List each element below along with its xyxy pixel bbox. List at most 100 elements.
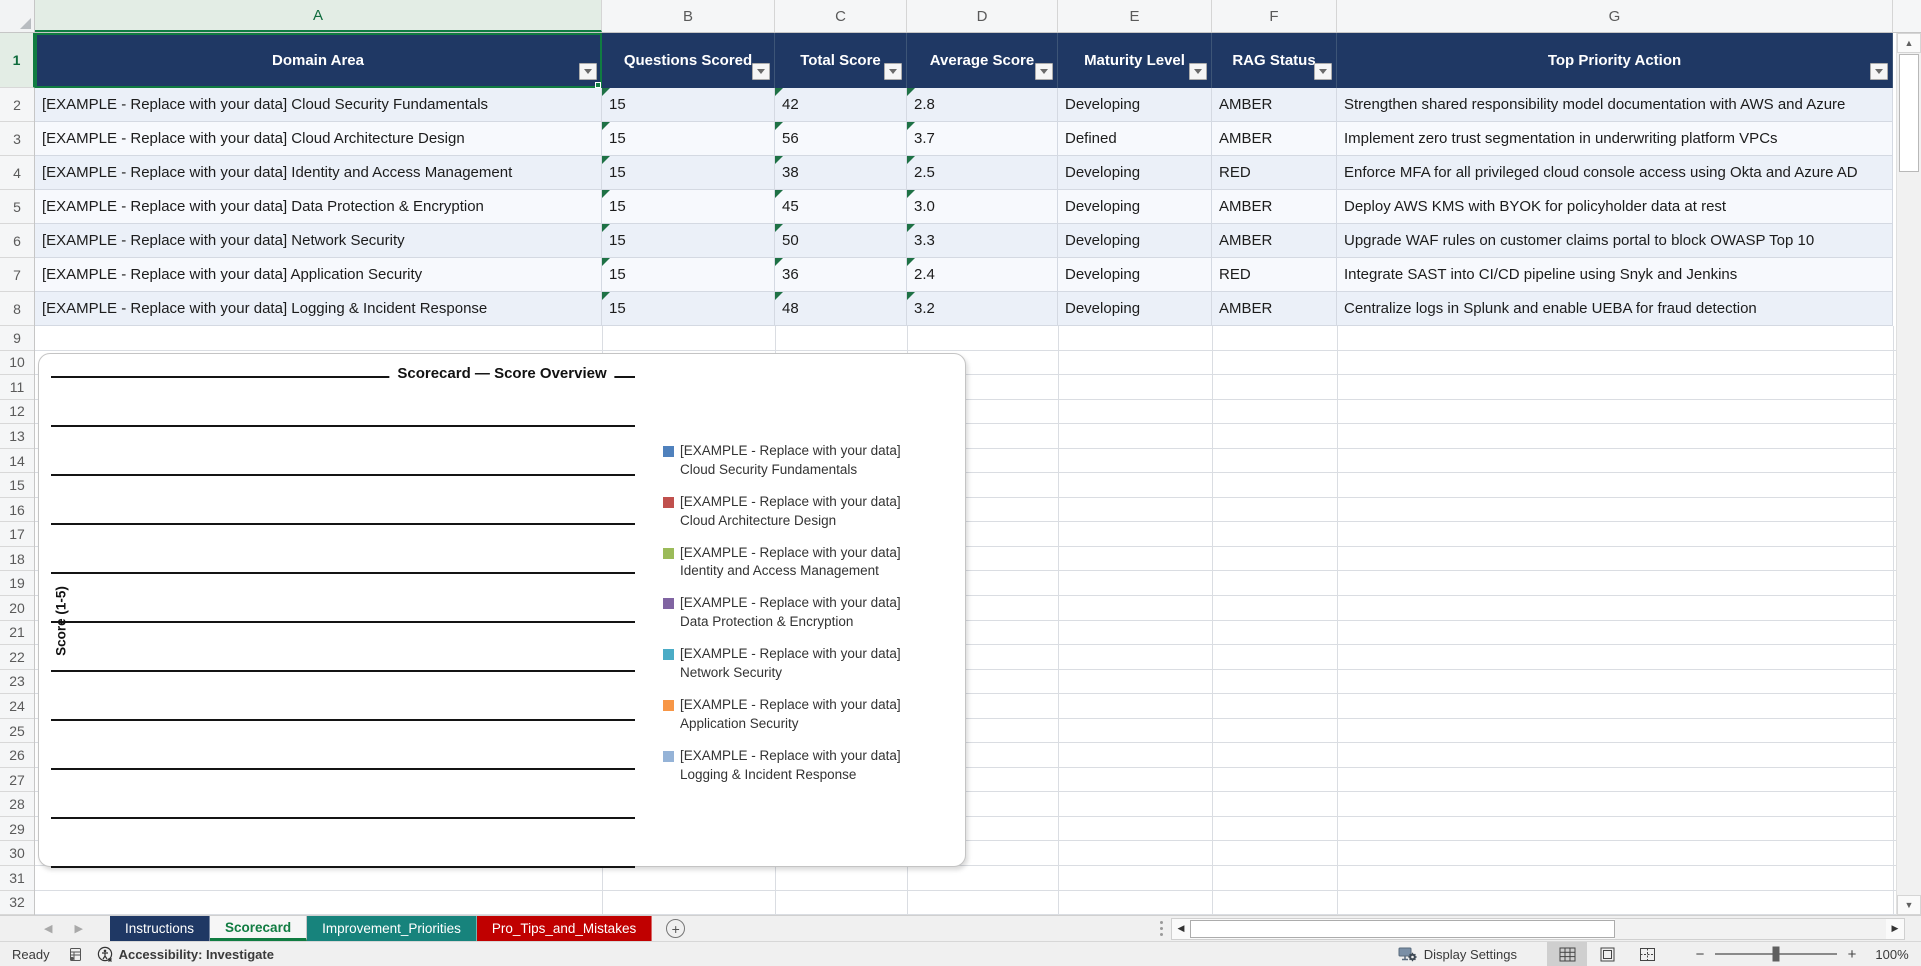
- sheet-tab[interactable]: Scorecard: [210, 916, 308, 941]
- row-number-3[interactable]: 3: [0, 122, 34, 156]
- cell-rag-status[interactable]: AMBER: [1212, 190, 1337, 224]
- zoom-out-button[interactable]: −: [1689, 946, 1711, 963]
- row-number-13[interactable]: 13: [0, 424, 34, 449]
- cell-total-score[interactable]: 48: [775, 292, 907, 326]
- legend-item[interactable]: [EXAMPLE - Replace with your data] Loggi…: [663, 747, 961, 785]
- row-number-8[interactable]: 8: [0, 292, 34, 326]
- row-number-16[interactable]: 16: [0, 498, 34, 523]
- cell-domain-area[interactable]: [EXAMPLE - Replace with your data] Appli…: [35, 258, 602, 292]
- view-normal-button[interactable]: [1547, 941, 1587, 966]
- filter-button[interactable]: [579, 63, 597, 80]
- row-number-11[interactable]: 11: [0, 375, 34, 400]
- row-number-6[interactable]: 6: [0, 224, 34, 258]
- column-header-d[interactable]: D: [907, 0, 1058, 32]
- filter-button[interactable]: [1035, 63, 1053, 80]
- zoom-in-button[interactable]: +: [1841, 946, 1863, 963]
- horizontal-scroll-track[interactable]: [1615, 918, 1886, 939]
- row-number-7[interactable]: 7: [0, 258, 34, 292]
- legend-item[interactable]: [EXAMPLE - Replace with your data] Netwo…: [663, 645, 961, 683]
- legend-item[interactable]: [EXAMPLE - Replace with your data] Cloud…: [663, 442, 961, 480]
- cell-maturity-level[interactable]: Developing: [1058, 292, 1212, 326]
- cell-domain-area[interactable]: [EXAMPLE - Replace with your data] Netwo…: [35, 224, 602, 258]
- zoom-level-button[interactable]: 100%: [1863, 947, 1921, 962]
- sheet-tab[interactable]: Improvement_Priorities: [307, 916, 477, 941]
- cell-maturity-level[interactable]: Developing: [1058, 258, 1212, 292]
- legend-item[interactable]: [EXAMPLE - Replace with your data] Data …: [663, 594, 961, 632]
- cell-average-score[interactable]: 2.8: [907, 88, 1058, 122]
- horizontal-scrollbar[interactable]: ◀ ▶: [1171, 917, 1905, 940]
- zoom-slider-handle[interactable]: [1772, 946, 1780, 962]
- cell-total-score[interactable]: 36: [775, 258, 907, 292]
- row-number-26[interactable]: 26: [0, 743, 34, 768]
- row-number-20[interactable]: 20: [0, 596, 34, 621]
- header-cell-average-score[interactable]: Average Score: [907, 33, 1058, 88]
- cell-top-priority-action[interactable]: Enforce MFA for all privileged cloud con…: [1337, 156, 1893, 190]
- cell-questions-scored[interactable]: 15: [602, 258, 775, 292]
- sheet-tab[interactable]: Pro_Tips_and_Mistakes: [476, 916, 653, 941]
- cell-domain-area[interactable]: [EXAMPLE - Replace with your data] Data …: [35, 190, 602, 224]
- cell-top-priority-action[interactable]: Implement zero trust segmentation in und…: [1337, 122, 1893, 156]
- filter-button[interactable]: [884, 63, 902, 80]
- filter-button[interactable]: [752, 63, 770, 80]
- row-number-24[interactable]: 24: [0, 694, 34, 719]
- row-number-27[interactable]: 27: [0, 768, 34, 793]
- horizontal-scroll-thumb[interactable]: [1190, 919, 1615, 938]
- cell-maturity-level[interactable]: Developing: [1058, 190, 1212, 224]
- row-number-28[interactable]: 28: [0, 792, 34, 817]
- cell-questions-scored[interactable]: 15: [602, 122, 775, 156]
- row-number-29[interactable]: 29: [0, 817, 34, 842]
- scroll-left-button[interactable]: ◀: [1172, 918, 1190, 939]
- column-header-g[interactable]: G: [1337, 0, 1893, 32]
- vertical-scroll-thumb[interactable]: [1899, 54, 1919, 172]
- cell-maturity-level[interactable]: Developing: [1058, 224, 1212, 258]
- row-number-9[interactable]: 9: [0, 326, 34, 351]
- header-cell-top-priority-action[interactable]: Top Priority Action: [1337, 33, 1893, 88]
- row-number-5[interactable]: 5: [0, 190, 34, 224]
- cell-rag-status[interactable]: RED: [1212, 156, 1337, 190]
- row-number-25[interactable]: 25: [0, 719, 34, 744]
- empty-row[interactable]: [35, 326, 1896, 351]
- cell-domain-area[interactable]: [EXAMPLE - Replace with your data] Cloud…: [35, 88, 602, 122]
- row-number-31[interactable]: 31: [0, 866, 34, 891]
- cell-average-score[interactable]: 3.3: [907, 224, 1058, 258]
- tab-nav-right-icon[interactable]: ▶: [74, 922, 82, 935]
- cell-top-priority-action[interactable]: Upgrade WAF rules on customer claims por…: [1337, 224, 1893, 258]
- cell-top-priority-action[interactable]: Strengthen shared responsibility model d…: [1337, 88, 1893, 122]
- row-number-14[interactable]: 14: [0, 449, 34, 474]
- cell-average-score[interactable]: 3.2: [907, 292, 1058, 326]
- view-page-layout-button[interactable]: [1587, 942, 1627, 966]
- tab-nav-left-icon[interactable]: ◀: [44, 922, 52, 935]
- row-number-17[interactable]: 17: [0, 522, 34, 547]
- row-number-18[interactable]: 18: [0, 547, 34, 572]
- cell-maturity-level[interactable]: Developing: [1058, 88, 1212, 122]
- selection-fill-handle[interactable]: [595, 82, 601, 88]
- row-number-15[interactable]: 15: [0, 473, 34, 498]
- cell-total-score[interactable]: 45: [775, 190, 907, 224]
- scroll-right-button[interactable]: ▶: [1886, 918, 1904, 939]
- legend-item[interactable]: [EXAMPLE - Replace with your data] Cloud…: [663, 493, 961, 531]
- column-header-c[interactable]: C: [775, 0, 907, 32]
- new-sheet-button[interactable]: +: [666, 919, 686, 938]
- cell-average-score[interactable]: 2.5: [907, 156, 1058, 190]
- cell-total-score[interactable]: 50: [775, 224, 907, 258]
- cell-maturity-level[interactable]: Defined: [1058, 122, 1212, 156]
- row-number-2[interactable]: 2: [0, 88, 34, 122]
- cell-domain-area[interactable]: [EXAMPLE - Replace with your data] Cloud…: [35, 122, 602, 156]
- embedded-chart[interactable]: Scorecard — Score Overview Score (1-5) […: [38, 353, 966, 868]
- display-settings-button[interactable]: Display Settings: [1398, 946, 1517, 962]
- cell-rag-status[interactable]: AMBER: [1212, 88, 1337, 122]
- cell-rag-status[interactable]: AMBER: [1212, 224, 1337, 258]
- empty-row[interactable]: [35, 866, 1896, 891]
- column-header-a[interactable]: A: [35, 0, 602, 32]
- view-page-break-button[interactable]: [1627, 942, 1667, 966]
- row-number-23[interactable]: 23: [0, 670, 34, 695]
- cell-questions-scored[interactable]: 15: [602, 88, 775, 122]
- row-number-10[interactable]: 10: [0, 351, 34, 376]
- legend-item[interactable]: [EXAMPLE - Replace with your data] Ident…: [663, 544, 961, 582]
- filter-button[interactable]: [1314, 63, 1332, 80]
- sheet-tab[interactable]: Instructions: [110, 916, 211, 941]
- cell-questions-scored[interactable]: 15: [602, 190, 775, 224]
- cell-rag-status[interactable]: RED: [1212, 258, 1337, 292]
- row-number-1[interactable]: 1: [0, 33, 35, 88]
- filter-button[interactable]: [1870, 63, 1888, 80]
